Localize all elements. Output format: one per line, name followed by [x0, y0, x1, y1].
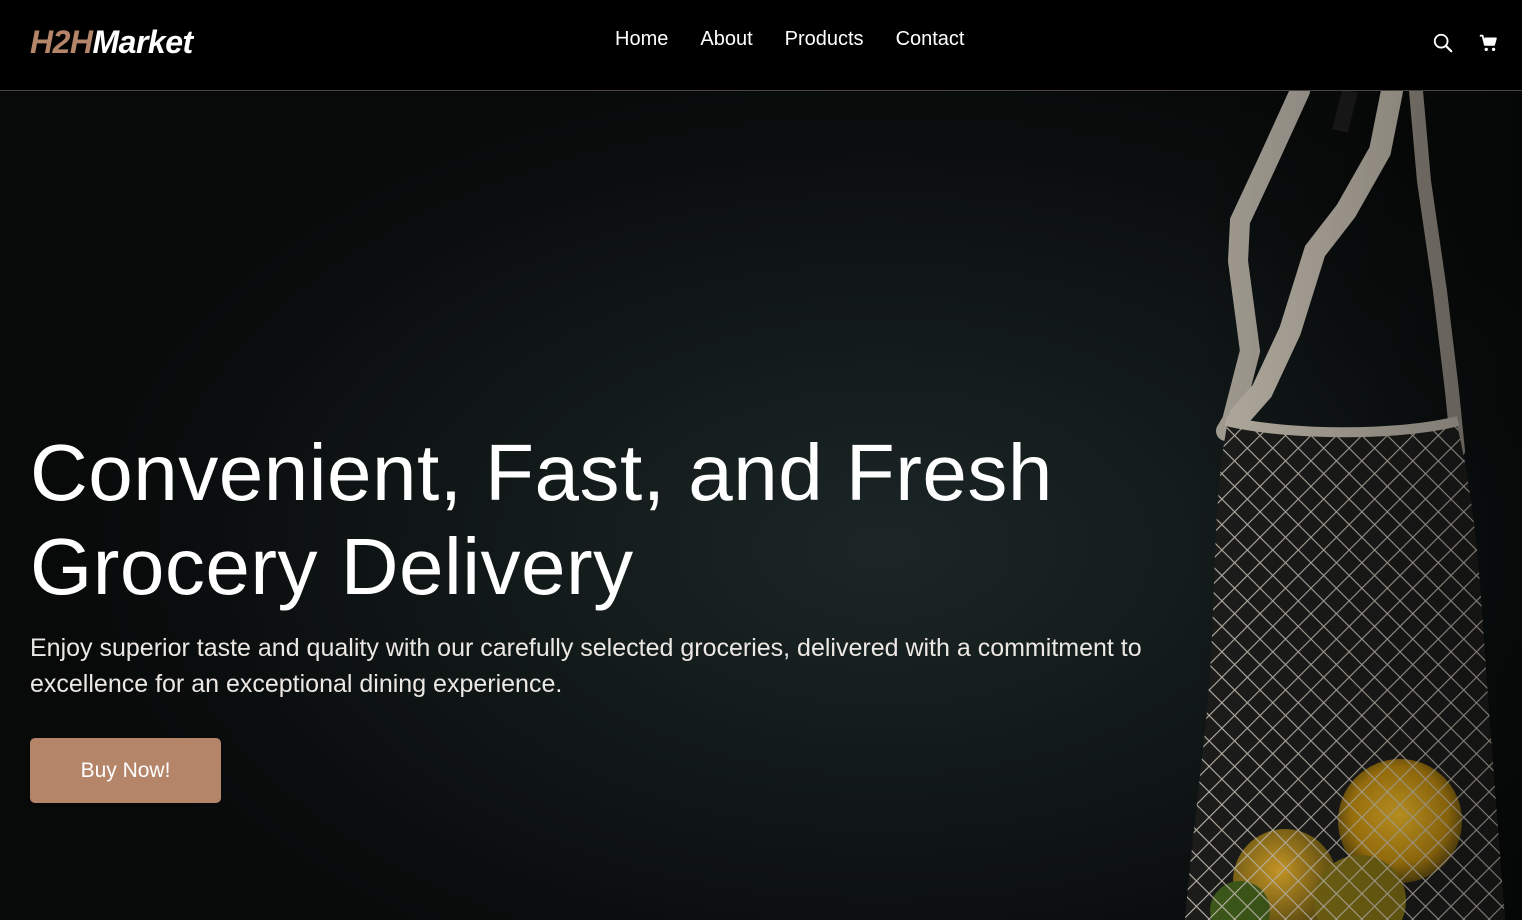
- page: H2HMarket Home About Products Contact Co…: [0, 0, 1522, 920]
- search-icon[interactable]: [1432, 32, 1454, 54]
- header-actions: [1432, 32, 1500, 54]
- logo-text: Market: [92, 24, 194, 60]
- hero-section: Convenient, Fast, and Fresh Grocery Deli…: [0, 91, 1522, 920]
- site-header: H2HMarket Home About Products Contact: [0, 0, 1522, 91]
- main-nav: Home About Products Contact: [615, 28, 965, 51]
- hero-text-block: Convenient, Fast, and Fresh Grocery Deli…: [30, 426, 1230, 702]
- nav-contact-link[interactable]: Contact: [896, 28, 965, 51]
- buy-now-button[interactable]: Buy Now!: [30, 738, 221, 803]
- nav-products-link[interactable]: Products: [785, 28, 864, 51]
- hero-subtext: Enjoy superior taste and quality with ou…: [30, 634, 1142, 698]
- nav-home-link[interactable]: Home: [615, 28, 668, 51]
- nav-about-link[interactable]: About: [700, 28, 752, 51]
- logo-accent: H2H: [30, 24, 93, 60]
- hero-headline: Convenient, Fast, and Fresh Grocery Deli…: [30, 428, 1053, 611]
- site-logo[interactable]: H2HMarket: [30, 24, 193, 61]
- cart-icon[interactable]: [1478, 32, 1500, 54]
